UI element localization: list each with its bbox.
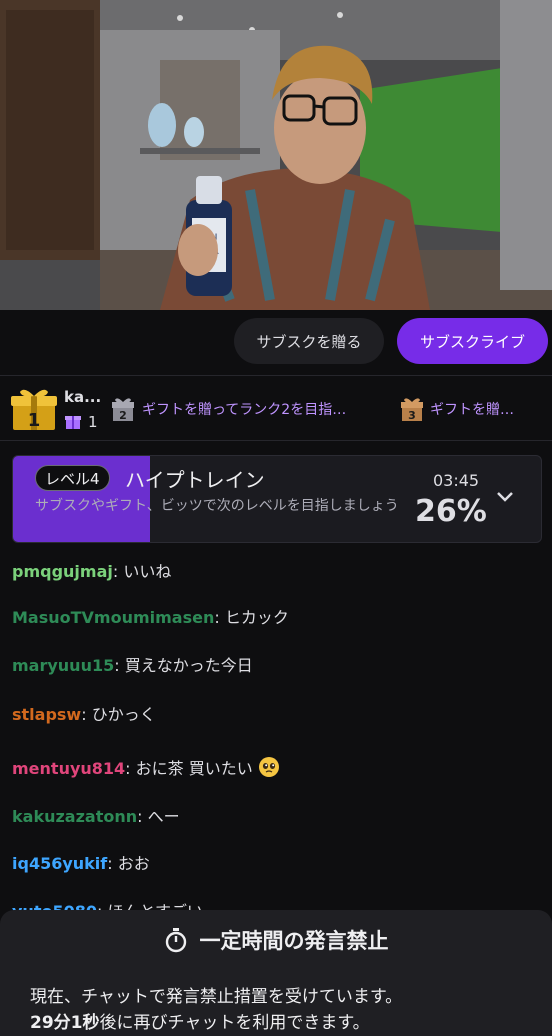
- rank-3-gift-icon: 3: [401, 398, 423, 422]
- timeout-message: 現在、チャットで発言禁止措置を受けています。 29分1秒後に再びチャットを利用で…: [30, 984, 402, 1036]
- rank-2-gift-icon: 2: [112, 398, 134, 422]
- hype-train-timer: 03:45: [433, 471, 480, 490]
- svg-text:1: 1: [28, 410, 41, 431]
- gift-sub-button[interactable]: サブスクを贈る: [234, 318, 384, 364]
- chat-username[interactable]: maryuuu15: [12, 656, 114, 675]
- chat-message: maryuuu15: 買えなかった今日: [12, 656, 253, 675]
- hype-train-description: サブスクやギフト、ビッツで次のレベルを目指しましょう: [35, 498, 399, 514]
- chevron-down-icon[interactable]: [495, 490, 515, 504]
- chat-text: おに茶 買いたい: [135, 759, 253, 778]
- stream-video-frame: O N CHA: [0, 0, 552, 310]
- chat-log[interactable]: pmqgujmaj: いいね MasuoTVmoumimasen: ヒカック m…: [0, 544, 552, 944]
- chat-username[interactable]: stlapsw: [12, 705, 81, 724]
- chat-username[interactable]: kakuzazatonn: [12, 807, 137, 826]
- rank-1-gift-badge-icon: 1: [11, 389, 57, 431]
- leaderboard-rank-3-prompt[interactable]: ギフトを贈…: [430, 399, 514, 419]
- subscribe-button[interactable]: サブスクライブ: [397, 318, 548, 364]
- chat-text: ひかっく: [91, 705, 156, 724]
- chat-message: kakuzazatonn: へー: [12, 807, 180, 826]
- svg-text:2: 2: [119, 409, 127, 422]
- hype-train-level-badge: レベル4: [35, 465, 110, 491]
- hype-train-banner[interactable]: レベル4 ハイプトレイン サブスクやギフト、ビッツで次のレベルを目指しましょう …: [12, 455, 542, 543]
- timeout-title-row: 一定時間の発言禁止: [0, 925, 552, 955]
- chat-text: ヒカック: [224, 608, 289, 627]
- leaderboard-rank-2-prompt[interactable]: ギフトを贈ってランク2を目指…: [142, 399, 346, 419]
- chat-text: 買えなかった今日: [124, 656, 253, 675]
- gift-icon: [65, 416, 81, 429]
- chat-message: stlapsw: ひかっく: [12, 705, 156, 724]
- chat-message: mentuyu814: おに茶 買いたい: [12, 755, 280, 779]
- pleading-face-emoji-icon: [258, 757, 279, 777]
- hype-train-title: ハイプトレイン: [125, 468, 265, 492]
- video-player[interactable]: O N CHA: [0, 0, 552, 310]
- chat-message: iq456yukif: おお: [12, 854, 150, 873]
- timeout-title: 一定時間の発言禁止: [199, 929, 389, 953]
- chat-text: おお: [117, 854, 150, 873]
- timeout-remaining-time: 29分1秒: [30, 1013, 100, 1033]
- svg-text:3: 3: [408, 409, 416, 422]
- chat-text: へー: [147, 807, 180, 826]
- chat-message: MasuoTVmoumimasen: ヒカック: [12, 608, 289, 627]
- chat-username[interactable]: MasuoTVmoumimasen: [12, 608, 214, 627]
- timeout-line-1: 現在、チャットで発言禁止措置を受けています。: [30, 987, 403, 1007]
- timeout-line-2-rest: 後に再びチャットを利用できます。: [99, 1013, 370, 1033]
- chat-message: pmqgujmaj: いいね: [12, 562, 172, 581]
- chat-username[interactable]: mentuyu814: [12, 759, 125, 778]
- hype-train-percent: 26%: [415, 494, 487, 529]
- leaderboard-first-name[interactable]: ka...: [64, 388, 101, 406]
- chat-username[interactable]: iq456yukif: [12, 854, 107, 873]
- timeout-line-2: 29分1秒後に再びチャットを利用できます。: [30, 1010, 402, 1036]
- chat-username[interactable]: pmqgujmaj: [12, 562, 113, 581]
- leaderboard-first-gift-count: 1: [88, 413, 98, 431]
- stopwatch-icon: [165, 928, 186, 953]
- chat-text: いいね: [123, 562, 172, 581]
